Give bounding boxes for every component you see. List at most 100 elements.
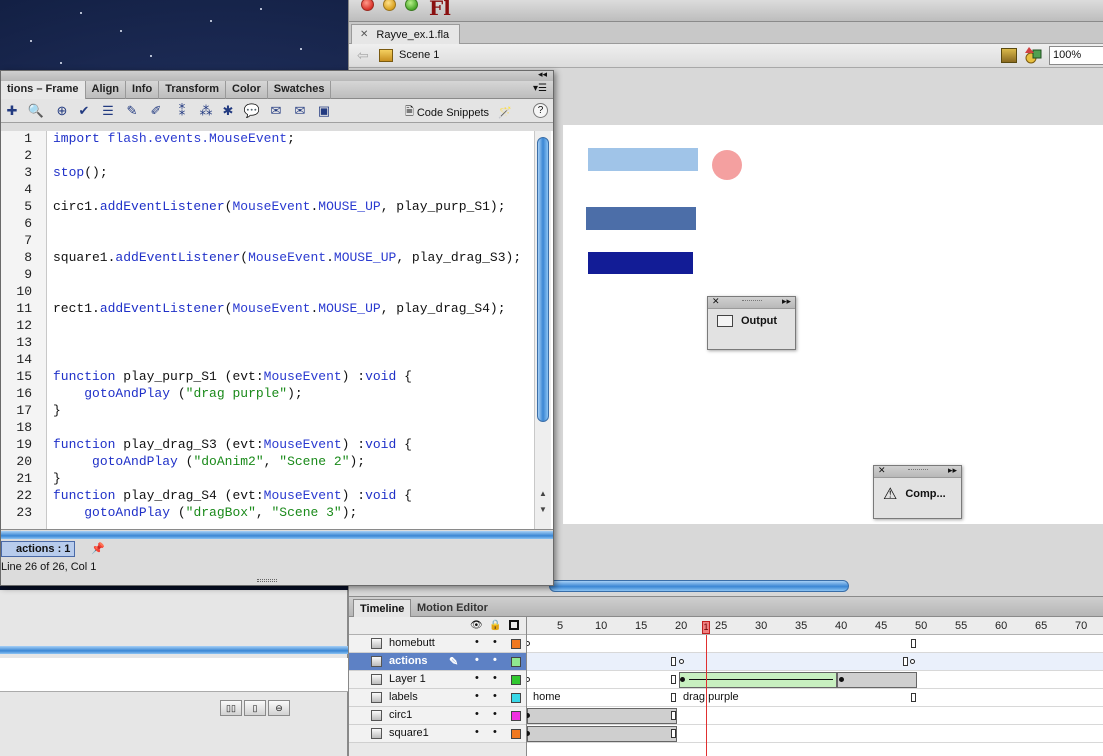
zoom-window-button[interactable]	[405, 0, 418, 11]
back-arrow-icon[interactable]: ⇦	[357, 47, 369, 64]
layer-row[interactable]: Layer 1 • •	[349, 671, 526, 689]
navy-rectangle[interactable]	[588, 252, 693, 274]
output-panel[interactable]: ✕ ▸▸ Output	[707, 296, 796, 350]
layer-row[interactable]: actions ✎ • •	[349, 653, 526, 671]
tab-color[interactable]: Color	[226, 81, 268, 99]
close-icon[interactable]: ✕	[878, 465, 886, 476]
zoom-field[interactable]: 100%	[1049, 46, 1103, 65]
tab-timeline[interactable]: Timeline	[353, 599, 412, 617]
lock-dot[interactable]: •	[493, 636, 497, 648]
tab-actions-frame[interactable]: tions – Frame	[1, 81, 86, 99]
find-icon[interactable]: 🔍	[27, 102, 45, 120]
tab-transform[interactable]: Transform	[159, 81, 226, 99]
show-toolbox-icon[interactable]: ▣	[315, 102, 333, 120]
keyframe[interactable]	[910, 659, 915, 664]
help-icon[interactable]: ?	[533, 103, 548, 118]
code-snippets-button[interactable]: 🗎 Code Snippets 🪄	[405, 103, 512, 122]
layer-row[interactable]: circ1 • •	[349, 707, 526, 725]
scene-label[interactable]: Scene 1	[399, 49, 439, 61]
code-line[interactable]: }	[53, 471, 61, 486]
frame-span[interactable]	[527, 708, 677, 724]
motion-tween[interactable]	[679, 672, 837, 688]
keyframe[interactable]	[527, 641, 530, 646]
lock-icon[interactable]: 🔒	[489, 620, 501, 631]
keyframe[interactable]	[679, 659, 684, 664]
code-line[interactable]: }	[53, 403, 61, 418]
view-list-button[interactable]: ▯▯	[220, 700, 242, 716]
code-line[interactable]: function play_drag_S4 (evt:MouseEvent) :…	[53, 488, 412, 503]
lock-dot[interactable]: •	[493, 708, 497, 720]
apply-line-comment-icon[interactable]: ✉	[267, 102, 285, 120]
document-tab[interactable]: ✕ Rayve_ex.1.fla	[351, 24, 461, 44]
code-line[interactable]: function play_drag_S3 (evt:MouseEvent) :…	[53, 437, 412, 452]
tab-swatches[interactable]: Swatches	[268, 81, 332, 99]
check-syntax-icon[interactable]: ✔	[75, 102, 93, 120]
frame-span[interactable]	[837, 672, 917, 688]
visibility-dot[interactable]: •	[475, 708, 479, 720]
collapse-icon[interactable]: ▸▸	[782, 296, 791, 307]
pink-circle[interactable]	[712, 150, 742, 180]
frame-ruler[interactable]: 5 10 15 20 25 30 35 40 45 50 55 60 65 70	[527, 617, 1103, 635]
collapse-icon[interactable]: ◂◂	[538, 69, 547, 80]
keyframe[interactable]	[527, 677, 530, 682]
eye-icon[interactable]: 👁	[470, 620, 483, 631]
zoom-out-button[interactable]: ⊖	[268, 700, 290, 716]
lock-dot[interactable]: •	[493, 654, 497, 666]
collapse-icon[interactable]: ▸▸	[948, 465, 957, 476]
close-icon[interactable]: ✕	[712, 296, 720, 307]
code-hint-icon[interactable]: ✎	[123, 102, 141, 120]
frame-label[interactable]: home	[533, 691, 561, 703]
apply-block-comment-icon[interactable]: 💬	[243, 102, 261, 120]
frame-row[interactable]: home drag purple	[527, 689, 1103, 707]
frame-row[interactable]	[527, 671, 1103, 689]
debug-options-icon[interactable]: ✐	[147, 102, 165, 120]
frame-area[interactable]: 5 10 15 20 25 30 35 40 45 50 55 60 65 70	[527, 617, 1103, 756]
code-line[interactable]: gotoAndPlay ("dragBox", "Scene 3");	[53, 505, 357, 520]
layer-row[interactable]: square1 • •	[349, 725, 526, 743]
minimize-window-button[interactable]	[383, 0, 396, 11]
script-assist-wand-icon[interactable]: 🪄	[498, 106, 512, 119]
collapse-between-braces-icon[interactable]: ⁑	[173, 102, 191, 120]
stage-horizontal-scrollbar[interactable]	[549, 580, 849, 594]
keyframe[interactable]	[839, 677, 844, 682]
add-statement-icon[interactable]: ✚	[3, 102, 21, 120]
playhead[interactable]: 1	[702, 621, 710, 634]
remove-comment-icon[interactable]: ✉	[291, 102, 309, 120]
visibility-dot[interactable]: •	[475, 654, 479, 666]
frame-label[interactable]: drag purple	[683, 691, 739, 703]
close-window-button[interactable]	[361, 0, 374, 11]
tab-info[interactable]: Info	[126, 81, 160, 99]
script-editor[interactable]: 1 2 3 4 5 6 7 8 9 10 11 12 13 14 15 16 1…	[1, 131, 553, 530]
expand-all-icon[interactable]: ✱	[219, 102, 237, 120]
scrollbar-thumb[interactable]	[549, 580, 849, 592]
editor-horizontal-scrollbar[interactable]	[1, 531, 553, 539]
frame-row[interactable]	[527, 707, 1103, 725]
edit-scene-icon[interactable]	[1001, 48, 1017, 63]
layer-color-swatch[interactable]	[511, 711, 521, 721]
layer-row[interactable]: homebutt • •	[349, 635, 526, 653]
visibility-dot[interactable]: •	[475, 672, 479, 684]
code-line[interactable]: gotoAndPlay ("drag purple");	[53, 386, 302, 401]
stage[interactable]	[563, 125, 1103, 524]
edit-symbols-icon[interactable]	[1025, 47, 1043, 64]
visibility-dot[interactable]: •	[475, 726, 479, 738]
code-line[interactable]: stop();	[53, 165, 108, 180]
code-line[interactable]: circ1.addEventListener(MouseEvent.MOUSE_…	[53, 199, 506, 214]
frame-row[interactable]	[527, 653, 1103, 671]
script-navigator-tab[interactable]: actions : 1	[1, 541, 76, 557]
layer-row[interactable]: labels • •	[349, 689, 526, 707]
collapse-selection-icon[interactable]: ⁂	[197, 102, 215, 120]
code-line[interactable]: function play_purp_S1 (evt:MouseEvent) :…	[53, 369, 412, 384]
light-blue-rectangle[interactable]	[588, 148, 698, 171]
code-line[interactable]: gotoAndPlay ("doAnim2", "Scene 2");	[53, 454, 365, 469]
frame-row[interactable]	[527, 725, 1103, 743]
scroll-up-arrow-icon[interactable]: ▲	[539, 489, 547, 498]
resize-grip[interactable]	[257, 579, 277, 582]
pin-script-icon[interactable]: 📌	[91, 542, 105, 555]
layer-color-swatch[interactable]	[511, 675, 521, 685]
auto-format-icon[interactable]: ☰	[99, 102, 117, 120]
layer-color-swatch[interactable]	[511, 729, 521, 739]
view-grid-button[interactable]: ▯	[244, 700, 266, 716]
keyframe[interactable]	[680, 677, 685, 682]
panel-titlebar[interactable]: ◂◂	[1, 69, 553, 81]
